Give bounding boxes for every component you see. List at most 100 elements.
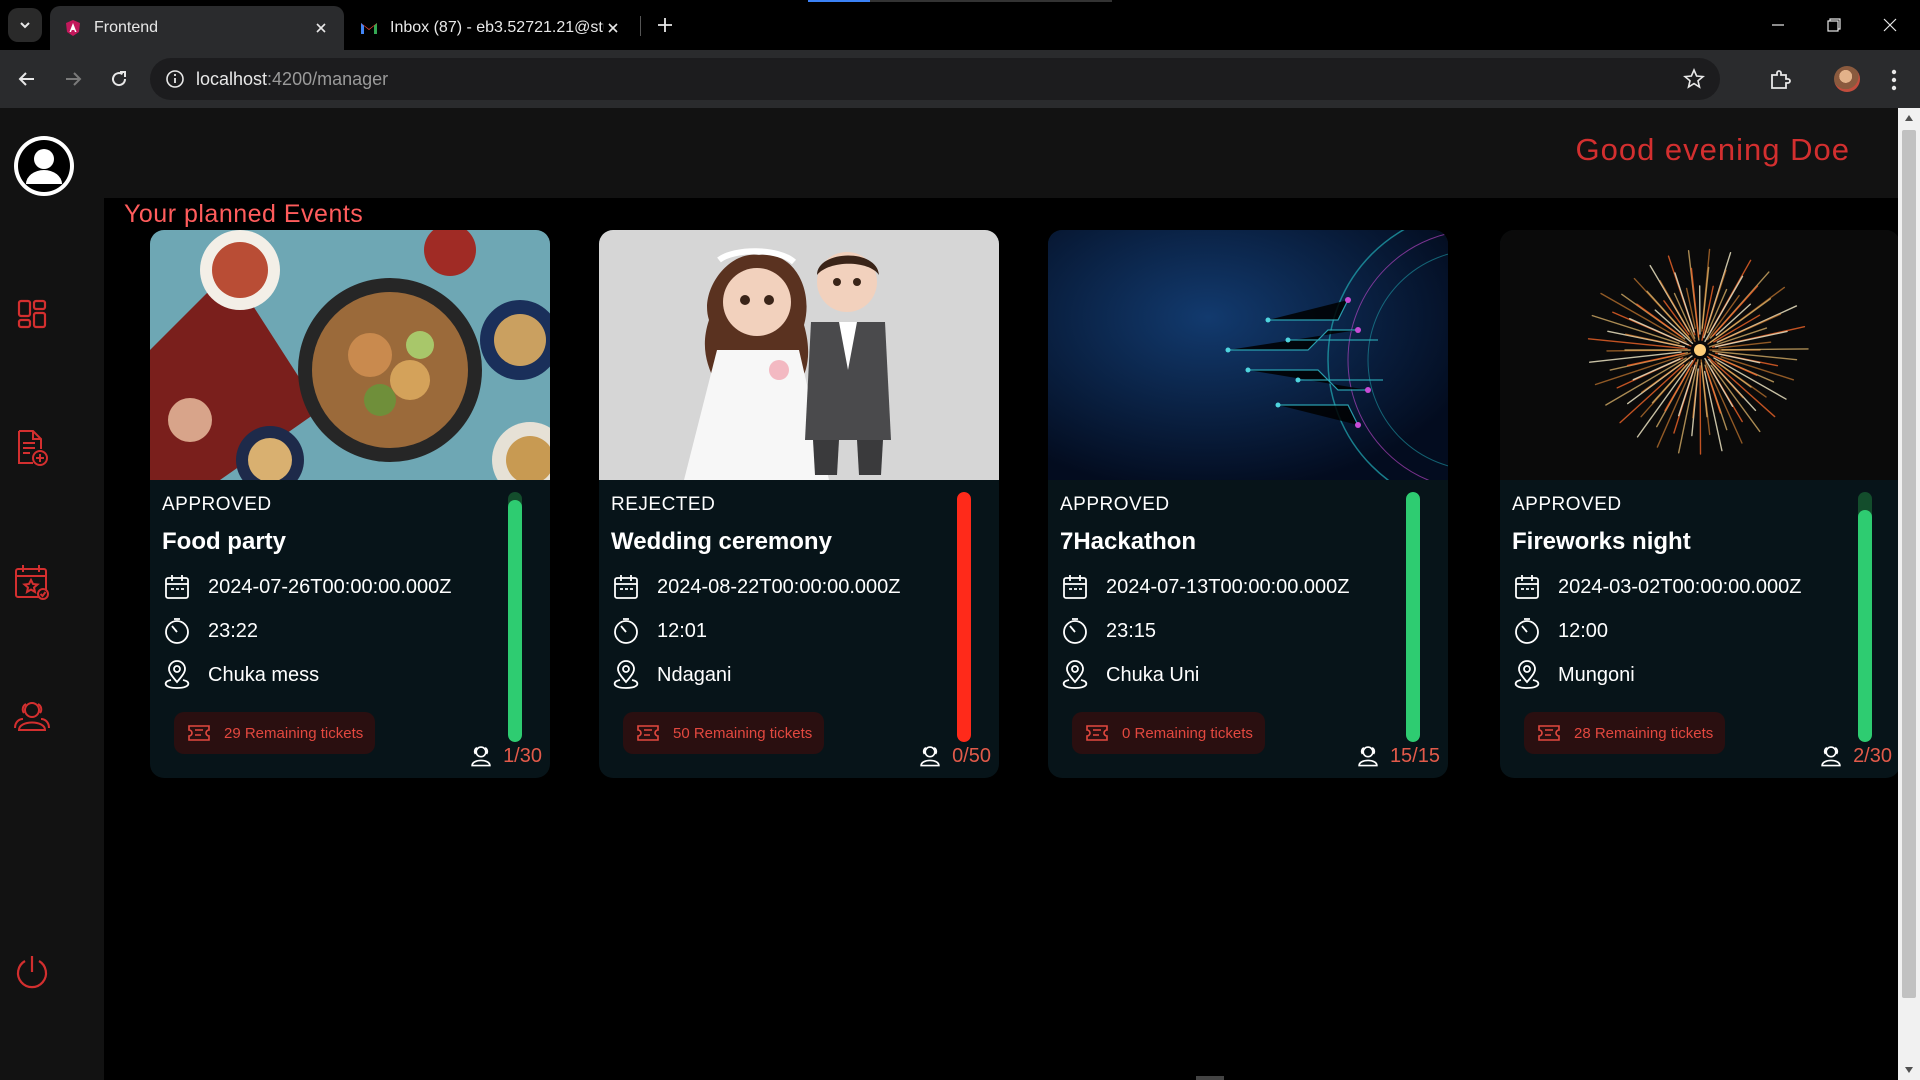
event-image-wedding [599, 230, 999, 480]
event-location: Ndagani [657, 663, 732, 686]
event-time: 23:15 [1106, 619, 1157, 642]
extensions-button[interactable] [1766, 66, 1794, 94]
add-document-icon [18, 430, 48, 466]
event-date-row: 2024-08-22T00:00:00.000Z [611, 572, 901, 602]
calendar-star-icon [15, 565, 49, 600]
scrollbar-thumb[interactable] [1902, 130, 1916, 998]
attendance-count: 2/30 [1817, 742, 1892, 770]
users-icon [467, 742, 495, 770]
back-button[interactable] [12, 64, 42, 94]
event-time-row: 23:22 [162, 616, 258, 646]
event-location: Chuka Uni [1106, 663, 1200, 686]
tab-frontend[interactable]: Frontend [50, 6, 344, 50]
browser-menu-button[interactable] [1880, 66, 1908, 94]
event-date-row: 2024-03-02T00:00:00.000Z [1512, 572, 1802, 602]
bookmark-star-icon[interactable] [1682, 67, 1706, 91]
new-tab-button[interactable] [650, 10, 680, 40]
event-location: Chuka mess [208, 663, 320, 686]
scroll-up-icon[interactable] [1903, 112, 1915, 124]
browser-tab-strip: Frontend Inbox (87) - eb3.52721.21@stud [0, 0, 1920, 50]
remaining-tickets-badge[interactable]: 28 Remaining tickets [1524, 712, 1726, 754]
attendance-text: 2/30 [1853, 744, 1892, 767]
capacity-bar [957, 492, 971, 742]
sidebar-item-dashboard[interactable] [12, 294, 52, 334]
sidebar-item-logout[interactable] [12, 952, 52, 992]
remaining-tickets-text: 28 Remaining tickets [1574, 724, 1714, 742]
attendance-count: 15/15 [1354, 742, 1440, 770]
tab-search-button[interactable] [8, 8, 42, 42]
event-card[interactable]: APPROVED Food party 2024-07-26T00:00:00.… [150, 230, 550, 778]
remaining-tickets-text: 0 Remaining tickets [1122, 724, 1253, 742]
event-status: APPROVED [1512, 494, 1622, 515]
minimize-button[interactable] [1758, 10, 1798, 40]
capacity-bar-fill [508, 499, 522, 742]
attendance-text: 1/30 [503, 744, 542, 767]
sidebar-item-events[interactable] [12, 562, 52, 602]
user-avatar[interactable] [14, 136, 74, 196]
close-tab-icon[interactable] [604, 19, 622, 37]
event-image-fireworks [1500, 230, 1900, 480]
event-time-row: 23:15 [1060, 616, 1156, 646]
ticket-icon [1084, 720, 1110, 746]
calendar-icon [162, 572, 192, 602]
sidebar [0, 108, 104, 1080]
stopwatch-icon [1512, 616, 1542, 646]
attendance-text: 15/15 [1389, 744, 1440, 767]
event-title: Fireworks night [1512, 528, 1691, 555]
plus-icon [658, 18, 672, 32]
close-tab-icon[interactable] [312, 19, 330, 37]
ticket-icon [186, 720, 212, 746]
tab-title: Frontend [94, 19, 159, 36]
event-date: 2024-03-02T00:00:00.000Z [1558, 575, 1802, 598]
event-card[interactable]: REJECTED Wedding ceremony 2024-08-22T00:… [599, 230, 999, 778]
ticket-icon [635, 720, 661, 746]
forward-button[interactable] [58, 64, 88, 94]
remaining-tickets-badge[interactable]: 50 Remaining tickets [623, 712, 825, 754]
browser-toolbar: localhost:4200/manager [0, 50, 1920, 108]
remaining-tickets-badge[interactable]: 0 Remaining tickets [1072, 712, 1265, 754]
event-title: 7Hackathon [1060, 528, 1197, 555]
users-icon [14, 702, 50, 731]
reload-button[interactable] [104, 64, 134, 94]
event-title: Wedding ceremony [611, 528, 832, 555]
capacity-bar [1406, 492, 1420, 742]
tab-inbox[interactable]: Inbox (87) - eb3.52721.21@stud [346, 6, 636, 50]
calendar-icon [1512, 572, 1542, 602]
scroll-down-icon[interactable] [1903, 1064, 1915, 1076]
event-time: 12:01 [657, 619, 708, 642]
sidebar-item-add-event[interactable] [12, 428, 52, 468]
event-card[interactable]: APPROVED Fireworks night 2024-03-02T00:0… [1500, 230, 1900, 778]
minimize-icon [1772, 24, 1784, 26]
gmail-favicon-icon [360, 19, 378, 37]
users-icon [1817, 742, 1845, 770]
attendance-count: 0/50 [916, 742, 991, 770]
stopwatch-icon [162, 616, 192, 646]
address-bar[interactable]: localhost:4200/manager [150, 58, 1720, 100]
restore-button[interactable] [1814, 10, 1854, 40]
stopwatch-icon [611, 616, 641, 646]
attendance-count: 1/30 [467, 742, 542, 770]
location-pin-icon [611, 660, 641, 690]
event-location: Mungoni [1558, 663, 1635, 686]
event-time-row: 12:00 [1512, 616, 1608, 646]
event-status: REJECTED [611, 494, 716, 515]
site-info-icon[interactable] [154, 58, 196, 100]
arrow-left-icon [18, 72, 34, 86]
remaining-tickets-badge[interactable]: 29 Remaining tickets [174, 712, 376, 754]
reload-icon [112, 71, 127, 87]
sidebar-item-users[interactable] [12, 696, 52, 736]
event-time-row: 12:01 [611, 616, 707, 646]
close-window-button[interactable] [1870, 10, 1910, 40]
remaining-tickets-text: 50 Remaining tickets [673, 724, 813, 742]
event-image-food [150, 230, 550, 480]
ticket-icon [1536, 720, 1562, 746]
users-icon [1354, 742, 1382, 770]
url-text: localhost:4200/manager [196, 68, 389, 89]
tab-separator [640, 16, 641, 36]
event-time: 23:22 [208, 619, 259, 642]
greeting-text: Good evening Doe [1575, 132, 1850, 167]
stopwatch-icon [1060, 616, 1090, 646]
event-card[interactable]: APPROVED 7Hackathon 2024-07-13T00:00:00.… [1048, 230, 1448, 778]
browser-profile-avatar[interactable] [1834, 66, 1860, 92]
vertical-scrollbar[interactable] [1898, 108, 1920, 1080]
